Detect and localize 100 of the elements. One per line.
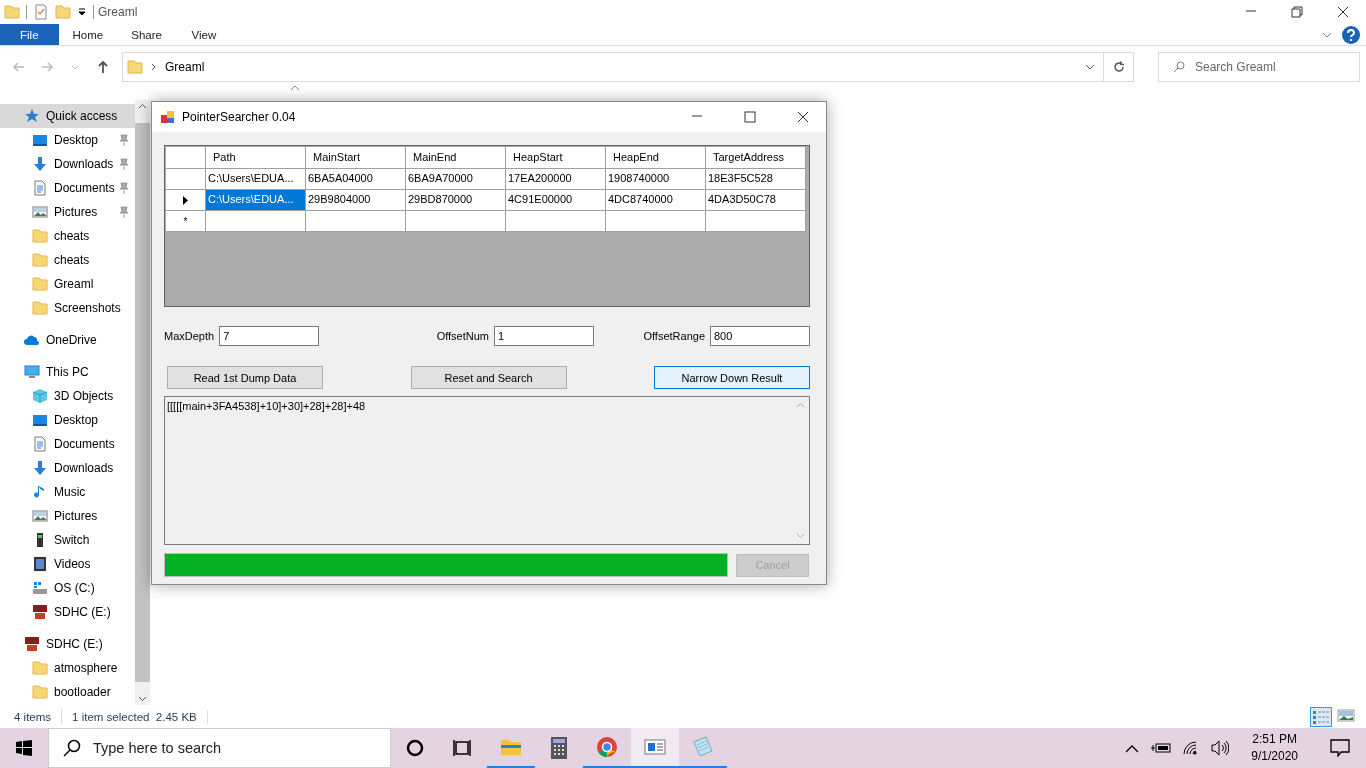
scroll-down-icon [796, 533, 805, 539]
new-row-marker: * [183, 215, 188, 227]
address-bar[interactable]: Greaml [122, 52, 1134, 82]
column-header[interactable]: Path [206, 147, 306, 169]
table-cell[interactable] [206, 211, 306, 232]
clock-date[interactable]: 9/1/2020 [1251, 748, 1298, 765]
dropdown-icon [77, 7, 87, 17]
table-cell[interactable]: 29BD870000 [406, 190, 506, 211]
nav-item[interactable]: Pictures [0, 504, 135, 528]
folder-icon [4, 4, 20, 20]
nav-item[interactable]: OneDrive [0, 328, 135, 352]
maximize-icon [744, 111, 756, 123]
computer-icon [24, 364, 40, 380]
window-title: Greaml [98, 5, 138, 19]
ribbon-tab[interactable]: Home [58, 24, 118, 45]
speaker-icon [1211, 740, 1230, 756]
nav-item[interactable]: Downloads [0, 152, 135, 176]
column-header[interactable]: MainStart [306, 147, 406, 169]
action-button[interactable]: Narrow Down Result [654, 366, 810, 389]
chevron-down-icon [71, 64, 79, 70]
nav-item[interactable]: atmosphere [0, 656, 135, 680]
nav-item[interactable]: This PC [0, 360, 135, 384]
table-cell[interactable]: 4DC8740000 [606, 190, 706, 211]
windows-logo-icon [16, 740, 32, 756]
ribbon-tab[interactable]: Share [117, 24, 176, 45]
search-field[interactable]: Search Greaml [1158, 52, 1360, 82]
input-field[interactable]: 7 [219, 325, 320, 346]
row-header[interactable]: * [166, 211, 206, 232]
column-header[interactable]: MainEnd [406, 147, 506, 169]
scrollbar[interactable] [135, 100, 150, 705]
help-button[interactable] [1342, 25, 1360, 44]
nav-item[interactable]: Greaml [0, 272, 135, 296]
nav-item[interactable]: Quick access [0, 104, 135, 128]
picture-icon [32, 204, 48, 220]
column-header[interactable]: TargetAddress [706, 147, 806, 169]
table-cell[interactable]: 29B9804000 [306, 190, 406, 211]
field-label: OffsetNum [436, 329, 489, 342]
table-cell[interactable]: 17EA200000 [506, 169, 606, 190]
item-count: 4 items [14, 710, 52, 723]
nav-item[interactable]: bootloader [0, 680, 135, 704]
nav-item[interactable]: 3D Objects [0, 384, 135, 408]
table-cell[interactable]: 4DA3D50C78 [706, 190, 806, 211]
action-button[interactable]: Read 1st Dump Data [167, 366, 323, 389]
action-button[interactable]: Reset and Search [410, 366, 567, 389]
battery-icon [1151, 742, 1172, 754]
table-cell[interactable]: C:\Users\EDUA... [206, 169, 306, 190]
nav-item[interactable]: Switch [0, 528, 135, 552]
table-cell[interactable]: 18E3F5C528 [706, 169, 806, 190]
nav-item[interactable]: SDHC (E:) [0, 632, 135, 656]
nav-item[interactable]: Documents [0, 432, 135, 456]
nav-item[interactable]: Desktop [0, 128, 135, 152]
nav-item[interactable]: Documents [0, 176, 135, 200]
search-icon [1173, 61, 1185, 73]
question-mark-icon [1346, 28, 1356, 41]
nav-item[interactable]: Pictures [0, 200, 135, 224]
table-cell[interactable]: 1908740000 [606, 169, 706, 190]
nav-item[interactable]: OS (C:) [0, 576, 135, 600]
folder-icon [32, 660, 48, 676]
desktop-icon [32, 412, 48, 428]
result-text-area[interactable]: [[[[[main+3FA4538]+10]+30]+28]+28]+48 [164, 396, 810, 545]
input-field[interactable]: 800 [710, 325, 810, 346]
column-header[interactable]: HeapStart [506, 147, 606, 169]
column-header[interactable]: HeapEnd [606, 147, 706, 169]
details-view-button[interactable] [1310, 706, 1332, 727]
folder-icon [55, 4, 71, 20]
sd-card-icon [32, 604, 48, 620]
chevron-down-icon [138, 696, 147, 702]
table-cell[interactable] [506, 211, 606, 232]
nav-item[interactable]: cheats [0, 224, 135, 248]
clock-time[interactable]: 2:51 PM [1252, 731, 1297, 748]
chevron-down-icon [1322, 30, 1332, 39]
folder-icon [32, 252, 48, 268]
input-field[interactable]: 1 [494, 325, 594, 346]
taskbar-search-field[interactable]: Type here to search [48, 728, 391, 768]
table-cell[interactable] [406, 211, 506, 232]
table-cell[interactable]: 6BA9A70000 [406, 169, 506, 190]
nav-item[interactable]: Music [0, 480, 135, 504]
search-icon [63, 739, 81, 757]
ribbon-tab[interactable]: View [175, 24, 232, 45]
film-strip-icon [32, 556, 48, 572]
table-cell[interactable] [706, 211, 806, 232]
selection-info: 1 item selected 2.45 KB [72, 710, 197, 723]
picture-icon [32, 508, 48, 524]
row-header[interactable] [166, 190, 206, 211]
table-cell[interactable]: 4C91E00000 [506, 190, 606, 211]
table-cell[interactable]: 6BA5A04000 [306, 169, 406, 190]
picture-view-icon [1337, 707, 1355, 723]
table-cell[interactable] [606, 211, 706, 232]
table-cell[interactable] [306, 211, 406, 232]
chevron-right-icon [151, 63, 157, 71]
document-icon [32, 180, 48, 196]
speech-bubble-icon [1330, 739, 1350, 757]
nav-item[interactable]: SDHC (E:) [0, 600, 135, 624]
ribbon-tab[interactable]: File [0, 24, 59, 45]
nav-item[interactable]: cheats [0, 248, 135, 272]
table-cell[interactable]: C:\Users\EDUA... [206, 190, 306, 211]
nav-item[interactable]: Videos [0, 552, 135, 576]
nav-item[interactable]: Desktop [0, 408, 135, 432]
nav-item[interactable]: Downloads [0, 456, 135, 480]
nav-item[interactable]: Screenshots [0, 296, 135, 320]
